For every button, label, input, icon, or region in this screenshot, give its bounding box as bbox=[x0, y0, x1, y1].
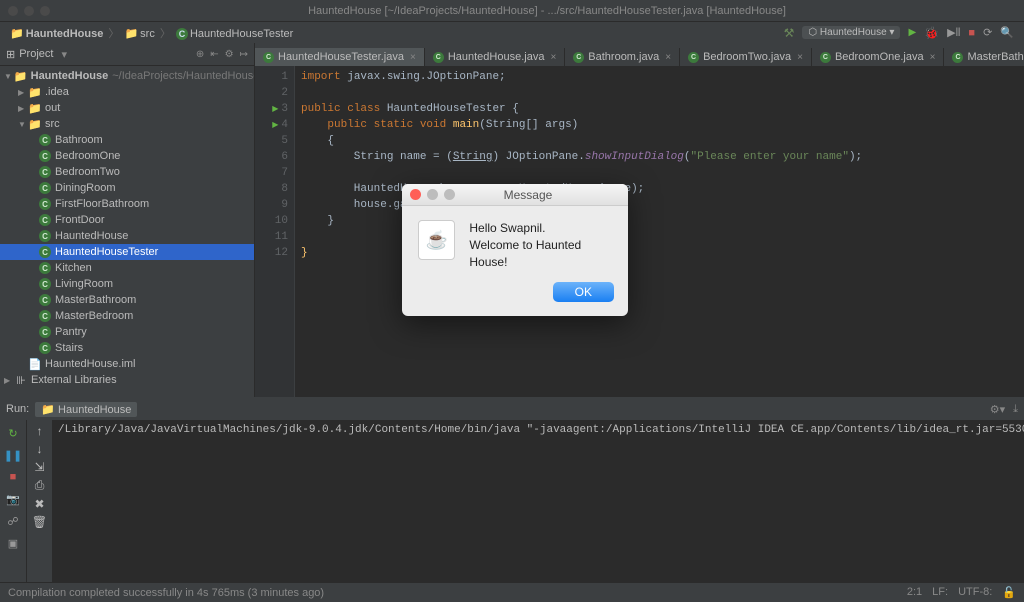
window-controls bbox=[8, 6, 50, 16]
tree-class[interactable]: CDiningRoom bbox=[0, 180, 254, 196]
tree-class[interactable]: CKitchen bbox=[0, 260, 254, 276]
run-label: Run: bbox=[6, 403, 29, 415]
editor-tabs: CHauntedHouseTester.java× CHauntedHouse.… bbox=[255, 43, 1024, 66]
stop-icon[interactable]: ■ bbox=[968, 27, 975, 39]
window-titlebar: HauntedHouse [~/IdeaProjects/HauntedHous… bbox=[0, 0, 1024, 21]
sidebar-title: Project bbox=[19, 48, 53, 60]
status-bar: Compilation completed successfully in 4s… bbox=[0, 582, 1024, 602]
wrap-icon[interactable]: ⇲ bbox=[34, 460, 44, 474]
tree-class[interactable]: CPantry bbox=[0, 324, 254, 340]
zoom-icon[interactable] bbox=[40, 6, 50, 16]
up-icon[interactable]: ↑ bbox=[37, 424, 43, 438]
tree-external[interactable]: ▶⊪External Libraries bbox=[0, 372, 254, 388]
run-tool-window: Run: 📁 HauntedHouse ⚙▾ ⤓ ↻ ❚❚ ■ 📷 ☍ ▣ ↑ … bbox=[0, 397, 1024, 582]
dump-icon[interactable]: 📷 bbox=[4, 490, 22, 508]
tree-folder[interactable]: ▶📁.idea bbox=[0, 84, 254, 100]
lock-icon[interactable]: 🔓 bbox=[1002, 586, 1016, 599]
update-icon[interactable]: ⟳ bbox=[983, 26, 992, 39]
status-message: Compilation completed successfully in 4s… bbox=[8, 587, 324, 599]
run-icon[interactable]: ▶ bbox=[908, 27, 916, 38]
line-ending[interactable]: LF: bbox=[932, 586, 948, 599]
sidebar-header: ⊞ Project ▾ ⊕ ⇤ ⚙ ↦ bbox=[0, 43, 254, 66]
search-icon[interactable]: 🔍 bbox=[1000, 26, 1014, 39]
close-icon[interactable]: × bbox=[410, 52, 416, 63]
close-icon[interactable]: × bbox=[930, 52, 936, 63]
dialog-message: Hello Swapnil. Welcome to Haunted House! bbox=[469, 220, 612, 270]
tree-folder[interactable]: ▶📁out bbox=[0, 100, 254, 116]
java-icon: ☕ bbox=[418, 220, 455, 260]
project-icon: ⊞ bbox=[6, 48, 15, 61]
dialog-title: Message bbox=[428, 188, 628, 202]
tree-class[interactable]: CFrontDoor bbox=[0, 212, 254, 228]
line-gutter: 12 ▶3 ▶4 56789101112 bbox=[255, 66, 295, 397]
hide-icon[interactable]: ↦ bbox=[240, 49, 248, 60]
console-output[interactable]: /Library/Java/JavaVirtualMachines/jdk-9.… bbox=[52, 420, 1024, 582]
tab-bedroom1[interactable]: CBedroomOne.java× bbox=[812, 48, 945, 66]
window-title: HauntedHouse [~/IdeaProjects/HauntedHous… bbox=[70, 5, 1024, 17]
tree-class[interactable]: CBedroomOne bbox=[0, 148, 254, 164]
tree-folder[interactable]: ▼📁src bbox=[0, 116, 254, 132]
minimize-icon[interactable] bbox=[24, 6, 34, 16]
link-icon[interactable]: ☍ bbox=[4, 512, 22, 530]
tree-class[interactable]: CStairs bbox=[0, 340, 254, 356]
tree-class[interactable]: CLivingRoom bbox=[0, 276, 254, 292]
target-icon[interactable]: ⊕ bbox=[196, 49, 204, 60]
tree-class[interactable]: CMasterBedroom bbox=[0, 308, 254, 324]
run-config-selector[interactable]: ⬡ HauntedHouse ▾ bbox=[802, 26, 900, 39]
tree-class[interactable]: CBathroom bbox=[0, 132, 254, 148]
tab-bathroom[interactable]: CBathroom.java× bbox=[565, 48, 680, 66]
tree-class[interactable]: CMasterBathroom bbox=[0, 292, 254, 308]
close-icon[interactable] bbox=[410, 189, 421, 200]
pause-icon[interactable]: ❚❚ bbox=[4, 446, 22, 464]
project-sidebar: ⊞ Project ▾ ⊕ ⇤ ⚙ ↦ ▼📁HauntedHouse~/Idea… bbox=[0, 43, 255, 397]
print-icon[interactable]: ⎙ bbox=[35, 478, 45, 493]
rerun-icon[interactable]: ↻ bbox=[4, 424, 22, 442]
breadcrumb[interactable]: 📁HauntedHouse 〉 📁src 〉 CHauntedHouseTest… bbox=[10, 25, 293, 41]
ok-button[interactable]: OK bbox=[553, 282, 614, 302]
clear-icon[interactable]: ✖ bbox=[34, 497, 44, 511]
tree-class[interactable]: CHauntedHouse bbox=[0, 228, 254, 244]
tree-class[interactable]: CFirstFloorBathroom bbox=[0, 196, 254, 212]
tab-house[interactable]: CHauntedHouse.java× bbox=[425, 48, 565, 66]
close-icon[interactable]: × bbox=[797, 52, 803, 63]
gear-icon[interactable]: ⚙▾ bbox=[990, 403, 1005, 416]
caret-position[interactable]: 2:1 bbox=[907, 586, 922, 599]
message-dialog: Message ☕ Hello Swapnil. Welcome to Haun… bbox=[402, 184, 628, 316]
debug-icon[interactable]: 🐞 bbox=[924, 26, 939, 40]
layout-icon[interactable]: ▣ bbox=[4, 534, 22, 552]
run-panel-header: Run: 📁 HauntedHouse ⚙▾ ⤓ bbox=[0, 398, 1024, 420]
tree-class[interactable]: CHauntedHouseTester bbox=[0, 244, 254, 260]
down-icon[interactable]: ↓ bbox=[37, 442, 43, 456]
collapse-icon[interactable]: ⇤ bbox=[210, 49, 218, 60]
navigation-bar: 📁HauntedHouse 〉 📁src 〉 CHauntedHouseTest… bbox=[0, 21, 1024, 43]
tab-masterbath[interactable]: CMasterBathroom.java× bbox=[944, 48, 1024, 66]
console-toolbar-left: ↻ ❚❚ ■ 📷 ☍ ▣ bbox=[0, 420, 26, 582]
encoding[interactable]: UTF-8: bbox=[958, 586, 992, 599]
tree-file[interactable]: 📄HauntedHouse.iml bbox=[0, 356, 254, 372]
close-icon[interactable]: × bbox=[665, 52, 671, 63]
console-toolbar-mid: ↑ ↓ ⇲ ⎙ ✖ 🗑 bbox=[26, 420, 52, 582]
trash-icon[interactable]: 🗑 bbox=[32, 515, 47, 529]
dialog-titlebar: Message bbox=[402, 184, 628, 206]
gear-icon[interactable]: ⚙ bbox=[225, 49, 234, 60]
tab-tester[interactable]: CHauntedHouseTester.java× bbox=[255, 48, 425, 66]
coverage-icon[interactable]: ▶⦀ bbox=[947, 26, 960, 40]
tree-root[interactable]: ▼📁HauntedHouse~/IdeaProjects/HauntedHous… bbox=[0, 68, 254, 84]
run-tab[interactable]: 📁 HauntedHouse bbox=[35, 402, 137, 417]
tree-class[interactable]: CBedroomTwo bbox=[0, 164, 254, 180]
tab-bedroom2[interactable]: CBedroomTwo.java× bbox=[680, 48, 812, 66]
project-tree: ▼📁HauntedHouse~/IdeaProjects/HauntedHous… bbox=[0, 66, 254, 390]
close-icon[interactable] bbox=[8, 6, 18, 16]
stop-icon[interactable]: ■ bbox=[4, 468, 22, 486]
close-icon[interactable]: × bbox=[550, 52, 556, 63]
build-icon[interactable]: ⚒ bbox=[784, 26, 795, 40]
hide-icon[interactable]: ⤓ bbox=[1013, 403, 1018, 416]
code-editor[interactable]: 12 ▶3 ▶4 56789101112 import javax.swing.… bbox=[255, 66, 1024, 397]
